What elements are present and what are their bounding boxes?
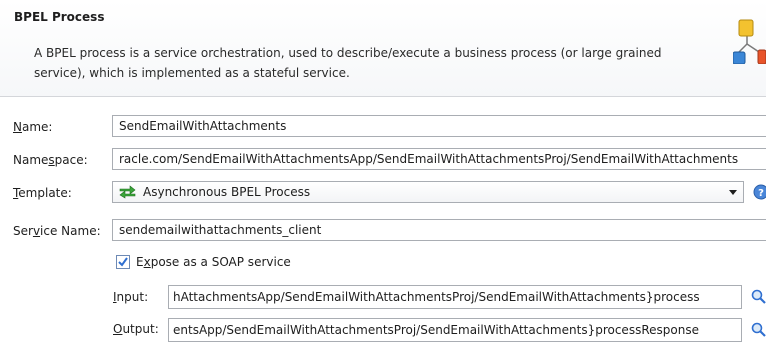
checkmark-icon (118, 257, 128, 267)
output-field[interactable]: entsApp/SendEmailWithAttachmentsProj/Sen… (168, 318, 742, 342)
svg-text:?: ? (758, 188, 764, 199)
input-field[interactable]: hAttachmentsApp/SendEmailWithAttachments… (168, 285, 742, 309)
header-title: BPEL Process (14, 10, 105, 24)
name-field[interactable]: SendEmailWithAttachments (112, 115, 766, 137)
search-icon[interactable] (751, 289, 766, 305)
output-label: Output: (113, 322, 159, 336)
name-label: Name: (13, 120, 53, 134)
namespace-field[interactable]: racle.com/SendEmailWithAttachmentsApp/Se… (112, 148, 766, 170)
dialog-header: BPEL Process A BPEL process is a service… (0, 0, 766, 97)
search-icon[interactable] (751, 322, 766, 338)
header-description: A BPEL process is a service orchestratio… (34, 46, 662, 80)
expose-soap-label[interactable]: Expose as a SOAP service (136, 255, 291, 269)
template-label: Template: (13, 186, 72, 200)
namespace-label: Namespace: (13, 153, 88, 167)
input-label: Input: (113, 290, 149, 304)
template-select[interactable]: Asynchronous BPEL Process (112, 181, 744, 203)
template-select-value: Asynchronous BPEL Process (143, 185, 311, 199)
service-name-label: Service Name: (13, 224, 101, 238)
bpel-process-icon (732, 14, 766, 65)
chevron-down-icon[interactable] (727, 185, 739, 199)
async-process-icon (119, 185, 136, 199)
help-icon[interactable]: ? (753, 184, 766, 200)
service-name-field[interactable]: sendemailwithattachments_client (112, 219, 766, 241)
expose-soap-checkbox[interactable] (116, 255, 130, 269)
